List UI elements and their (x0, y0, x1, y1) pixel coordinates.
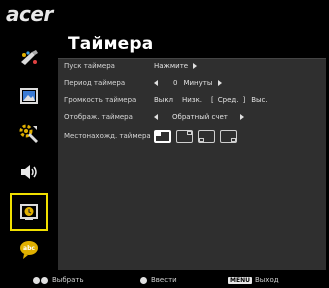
svg-text:abc: abc (23, 245, 35, 252)
corner-marker (199, 137, 204, 142)
volume-option-off[interactable]: Выкл (154, 96, 173, 104)
page-title: Таймера (68, 34, 154, 54)
row-timer-period[interactable]: Период таймера 0 Минуты (64, 76, 223, 90)
arrow-right-icon[interactable] (193, 63, 198, 69)
arrow-right-icon[interactable] (239, 114, 244, 120)
timer-settings-panel: Пуск таймера Нажмите Период таймера 0 Ми… (58, 58, 326, 270)
image-icon (20, 88, 38, 104)
corner-marker (231, 137, 236, 142)
timer-display-label: Отображ. таймера (64, 113, 133, 121)
volume-option-medium[interactable]: Сред. (218, 96, 239, 104)
sidebar-item-language[interactable]: abc (11, 232, 47, 268)
location-top-left-option[interactable] (154, 129, 171, 143)
menu-key-icon: MENU (228, 276, 252, 284)
timer-location-label: Местонахожд. таймера (64, 132, 151, 140)
enter-icon (140, 276, 147, 284)
row-start-timer[interactable]: Пуск таймера Нажмите (64, 59, 198, 73)
timer-period-value: 0 (173, 79, 178, 87)
arrow-left-icon[interactable] (154, 80, 158, 86)
navigate-icon (33, 276, 40, 284)
location-top-right-option[interactable] (176, 129, 193, 143)
timer-display-value: Обратный счет (172, 113, 228, 121)
navigate-icon (41, 276, 48, 284)
volume-option-low[interactable]: Низк. (182, 96, 202, 104)
volume-selected-bracket-left: [ (211, 96, 214, 104)
timer-volume-label: Громкость таймера (64, 96, 137, 104)
timer-icon (20, 204, 38, 220)
sidebar: abc (8, 30, 50, 268)
color-icon (21, 50, 38, 65)
timer-period-unit: Минуты (183, 79, 213, 87)
footer-hints: Выбрать Ввести MENU Выход (0, 274, 329, 288)
volume-option-high[interactable]: Выс. (251, 96, 267, 104)
timer-period-label: Период таймера (64, 79, 126, 87)
footer-select-label: Выбрать (52, 276, 84, 284)
footer-enter-label: Ввести (151, 276, 177, 284)
language-icon: abc (20, 241, 38, 259)
start-timer-value[interactable]: Нажмите (154, 62, 188, 70)
row-timer-display[interactable]: Отображ. таймера Обратный счет (64, 110, 244, 124)
location-bottom-right-option[interactable] (220, 129, 237, 143)
location-bottom-left-option[interactable] (198, 129, 215, 143)
acer-logo: acer (6, 2, 53, 26)
sidebar-item-color[interactable] (11, 40, 47, 76)
volume-selected-bracket-right: ] (242, 96, 246, 104)
start-timer-label: Пуск таймера (64, 62, 115, 70)
settings-icon (19, 124, 38, 143)
sidebar-item-settings[interactable] (11, 116, 47, 152)
footer-exit-hint: MENU Выход (228, 276, 279, 284)
osd-menu: acer Таймера abc Пуск таймера Нажмите Пе… (0, 0, 329, 288)
sidebar-item-timer[interactable] (10, 193, 48, 231)
sidebar-item-audio[interactable] (11, 154, 47, 190)
arrow-left-icon[interactable] (154, 114, 158, 120)
audio-icon (21, 165, 37, 179)
footer-exit-label: Выход (254, 276, 279, 284)
footer-enter-hint: Ввести (140, 276, 177, 284)
arrow-right-icon[interactable] (218, 80, 223, 86)
sidebar-item-image[interactable] (11, 78, 47, 114)
corner-marker (187, 130, 192, 135)
row-timer-location[interactable]: Местонахожд. таймера (64, 128, 242, 144)
row-timer-volume[interactable]: Громкость таймера Выкл Низк. [ Сред. ] В… (64, 93, 268, 107)
footer-select-hint: Выбрать (33, 276, 84, 284)
corner-marker (156, 131, 161, 136)
